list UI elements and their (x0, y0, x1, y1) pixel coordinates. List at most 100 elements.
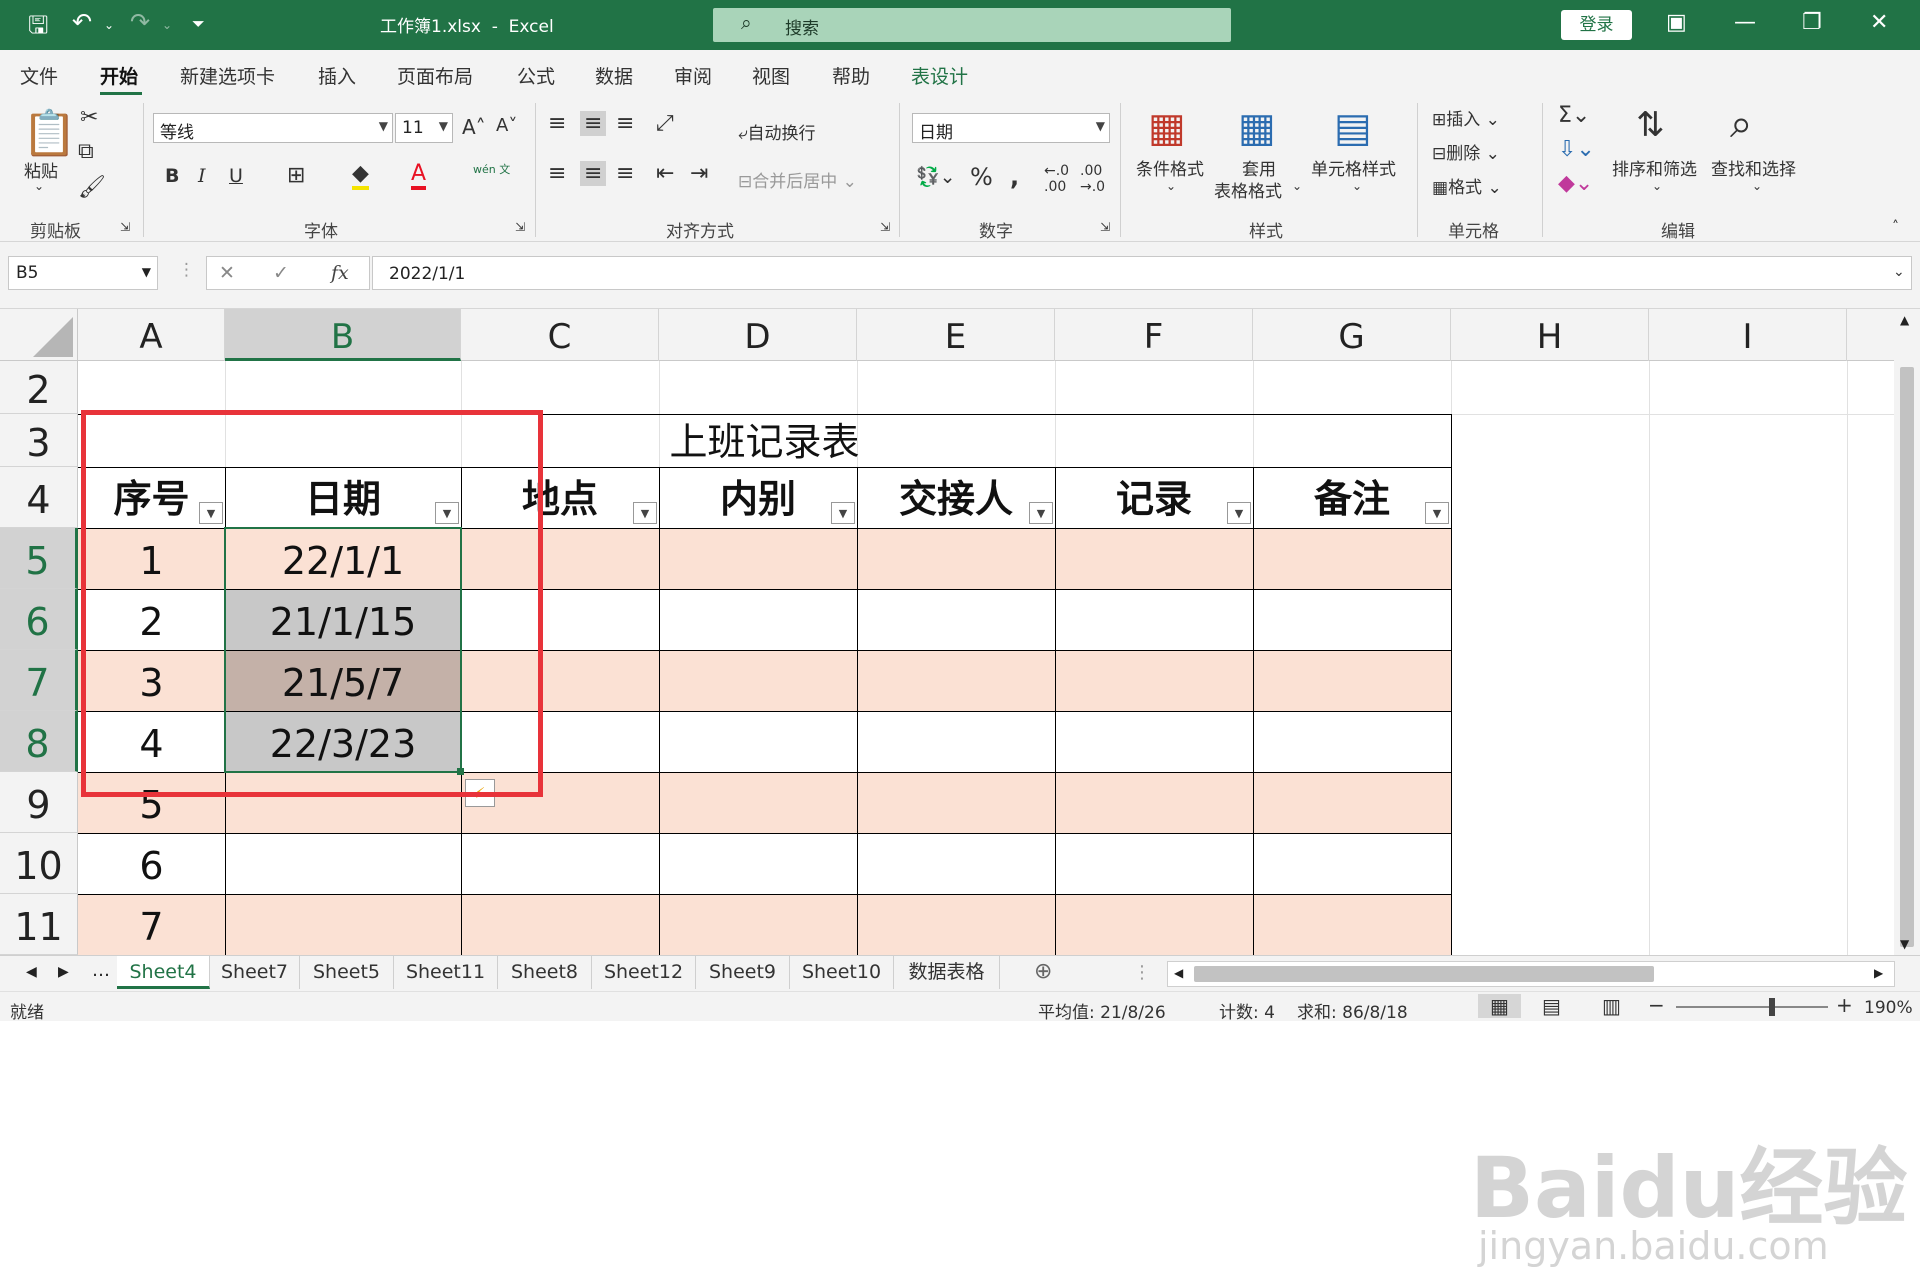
row-header-6[interactable]: 6 (0, 589, 78, 650)
fill-color-icon[interactable]: ◆ (352, 161, 369, 190)
customize-toolbar-icon[interactable]: ⏷ (192, 14, 205, 34)
sort-filter-label[interactable]: 排序和筛选 (1612, 155, 1697, 180)
row-header-9[interactable]: 9 (0, 772, 78, 833)
format-cells-button[interactable]: ▦格式 ⌄ (1432, 173, 1502, 198)
column-header-a[interactable]: A (78, 309, 225, 361)
tab-table-design[interactable]: 表设计 (911, 62, 968, 89)
sheet-tab-sheet5[interactable]: Sheet5 (300, 956, 394, 989)
insert-cells-button[interactable]: ⊞插入 ⌄ (1432, 105, 1500, 130)
cell-a10[interactable]: 6 (78, 833, 225, 899)
login-button[interactable]: 登录 (1561, 10, 1632, 40)
column-header-g[interactable]: G (1253, 309, 1451, 361)
align-center-icon[interactable]: ≡ (580, 161, 607, 186)
scroll-left-icon[interactable]: ◀ (1174, 966, 1183, 980)
cell-styles-icon[interactable]: ▤ (1334, 105, 1372, 151)
number-launcher-icon[interactable]: ⇲ (1100, 220, 1110, 234)
collapse-ribbon-icon[interactable]: ˄ (1892, 219, 1899, 235)
scroll-down-icon[interactable]: ▼ (1900, 937, 1909, 951)
header-cell-record[interactable]: 记录 (1055, 467, 1253, 531)
undo-icon[interactable]: ↶ (72, 8, 92, 36)
header-cell-category[interactable]: 内别 (659, 467, 857, 531)
fill-icon[interactable]: ⇩⌄ (1558, 137, 1595, 162)
tab-insert[interactable]: 插入 (318, 62, 356, 89)
row-header-8[interactable]: 8 (0, 711, 78, 772)
horizontal-scroll-thumb[interactable] (1194, 966, 1654, 982)
increase-decimal-icon[interactable]: ←.0.00 (1044, 163, 1069, 195)
conditional-formatting-label[interactable]: 条件格式 (1136, 155, 1204, 180)
comma-style-icon[interactable]: , (1010, 163, 1019, 191)
column-header-e[interactable]: E (857, 309, 1055, 361)
insert-function-icon[interactable]: fx (331, 262, 349, 284)
format-as-table-label-2[interactable]: 表格格式 (1214, 177, 1282, 202)
sheet-tab-sheet4[interactable]: Sheet4 (117, 956, 210, 989)
vertical-scroll-thumb[interactable] (1900, 367, 1914, 947)
clear-icon[interactable]: ◆⌄ (1558, 171, 1593, 196)
font-launcher-icon[interactable]: ⇲ (515, 220, 525, 234)
chevron-down-icon[interactable]: ⌄ (1166, 179, 1176, 193)
minimize-icon[interactable]: — (1734, 10, 1756, 35)
next-sheet-icon[interactable]: ▶ (58, 964, 69, 980)
clipboard-launcher-icon[interactable]: ⇲ (120, 220, 130, 234)
sheet-tab-sheet10[interactable]: Sheet10 (790, 956, 894, 989)
select-all-button[interactable] (0, 309, 78, 361)
paste-dropdown-icon[interactable]: ⌄ (34, 179, 44, 193)
cancel-icon[interactable]: ✕ (219, 262, 235, 284)
vertical-scrollbar[interactable]: ▲ ▼ (1894, 309, 1920, 955)
autosum-icon[interactable]: Σ⌄ (1558, 103, 1590, 128)
sheet-tab-data-table[interactable]: 数据表格 (894, 956, 1000, 989)
column-header-b[interactable]: B (225, 309, 461, 361)
sheet-tab-sheet8[interactable]: Sheet8 (498, 956, 592, 989)
filter-dropdown-button[interactable]: ▼ (831, 502, 855, 524)
cut-icon[interactable]: ✂ (80, 105, 98, 130)
sheet-tab-sheet12[interactable]: Sheet12 (592, 956, 696, 989)
zoom-in-icon[interactable]: + (1836, 993, 1853, 1017)
accounting-format-icon[interactable]: 💱⌄ (916, 165, 956, 188)
tab-new[interactable]: 新建选项卡 (180, 62, 275, 89)
sheet-tab-sheet9[interactable]: Sheet9 (696, 956, 790, 989)
zoom-slider-thumb[interactable] (1769, 998, 1775, 1016)
tab-home[interactable]: 开始 (100, 62, 138, 89)
normal-view-icon[interactable]: ▦ (1478, 994, 1521, 1018)
split-handle-icon[interactable]: ⋮ (1133, 962, 1151, 983)
enter-icon[interactable]: ✓ (273, 262, 289, 284)
format-as-table-icon[interactable]: ▦ (1238, 105, 1276, 151)
row-header-11[interactable]: 11 (0, 894, 78, 955)
tab-review[interactable]: 审阅 (674, 62, 712, 89)
increase-font-icon[interactable]: A˄ (462, 115, 486, 139)
zoom-slider[interactable] (1676, 1006, 1828, 1008)
filter-dropdown-button[interactable]: ▼ (1425, 502, 1449, 524)
row-header-10[interactable]: 10 (0, 833, 78, 894)
align-right-icon[interactable]: ≡ (616, 161, 634, 186)
filter-dropdown-button[interactable]: ▼ (1029, 502, 1053, 524)
save-icon[interactable]: 🖫 (28, 8, 48, 49)
format-painter-icon[interactable]: 🖌 (78, 175, 106, 200)
chevron-down-icon[interactable]: ⌄ (1292, 179, 1302, 193)
percent-icon[interactable]: % (970, 163, 993, 191)
chevron-down-icon[interactable]: ⌄ (1352, 179, 1362, 193)
find-select-label[interactable]: 查找和选择 (1711, 155, 1796, 180)
decrease-decimal-icon[interactable]: .00 →.0 (1080, 163, 1105, 195)
italic-icon[interactable]: I (198, 165, 206, 187)
row-header-7[interactable]: 7 (0, 650, 78, 711)
phonetic-icon[interactable]: wén 文 (473, 161, 510, 177)
underline-icon[interactable]: U (229, 165, 243, 187)
sheet-tab-sheet7[interactable]: Sheet7 (210, 956, 300, 989)
bold-icon[interactable]: B (165, 165, 179, 187)
row-header-5[interactable]: 5 (0, 528, 78, 589)
alignment-launcher-icon[interactable]: ⇲ (880, 220, 890, 234)
increase-indent-icon[interactable]: ⇥ (690, 161, 708, 186)
ribbon-display-icon[interactable]: ▣ (1666, 10, 1687, 35)
header-cell-notes[interactable]: 备注 (1253, 467, 1451, 531)
formula-input[interactable]: 2022/1/1 (372, 256, 1912, 290)
header-cell-handover[interactable]: 交接人 (857, 467, 1055, 531)
align-top-icon[interactable]: ≡ (548, 111, 566, 136)
align-middle-icon[interactable]: ≡ (580, 111, 607, 136)
restore-icon[interactable]: ❐ (1802, 10, 1822, 35)
column-header-h[interactable]: H (1451, 309, 1649, 361)
tab-file[interactable]: 文件 (20, 62, 58, 89)
cell-styles-label[interactable]: 单元格样式 (1311, 155, 1396, 180)
chevron-down-icon[interactable]: ⌄ (1752, 179, 1762, 193)
more-sheets-icon[interactable]: … (92, 960, 110, 981)
tab-help[interactable]: 帮助 (832, 62, 870, 89)
find-select-icon[interactable]: ⌕ (1730, 101, 1752, 147)
